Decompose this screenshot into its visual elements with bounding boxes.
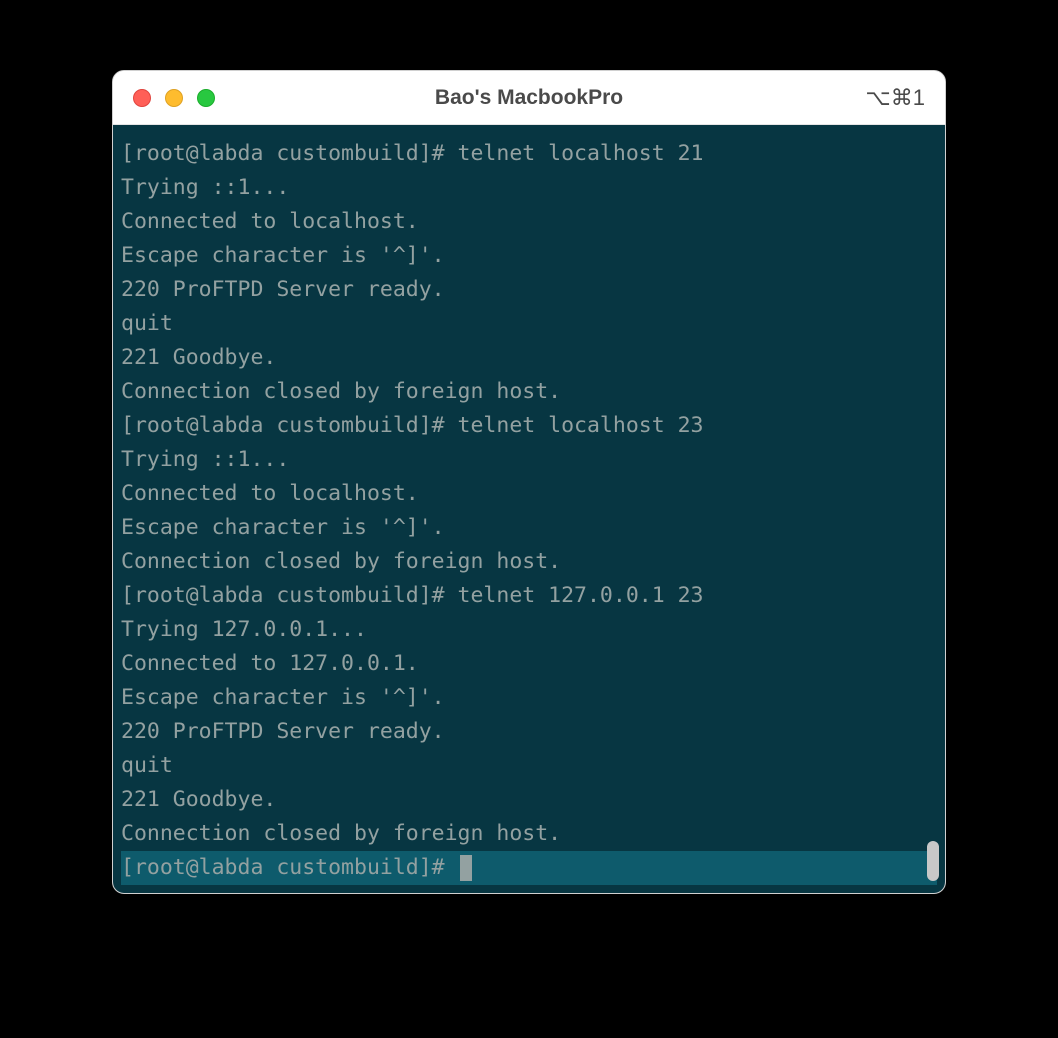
terminal-line: Escape character is '^]'.: [121, 239, 937, 273]
window-shortcut: ⌥⌘1: [865, 85, 925, 111]
terminal-prompt: [root@labda custombuild]#: [121, 851, 458, 885]
traffic-lights: [133, 89, 215, 107]
terminal-line: Trying 127.0.0.1...: [121, 613, 937, 647]
cursor: [460, 855, 472, 881]
terminal-line: quit: [121, 307, 937, 341]
terminal-window: Bao's MacbookPro ⌥⌘1 [root@labda customb…: [112, 70, 946, 894]
terminal-line: Escape character is '^]'.: [121, 681, 937, 715]
terminal-line: 221 Goodbye.: [121, 341, 937, 375]
terminal-line: [root@labda custombuild]# telnet 127.0.0…: [121, 579, 937, 613]
terminal-line: Connection closed by foreign host.: [121, 545, 937, 579]
terminal-prompt-line[interactable]: [root@labda custombuild]#: [121, 851, 937, 885]
terminal-line: Escape character is '^]'.: [121, 511, 937, 545]
terminal-line: Connection closed by foreign host.: [121, 375, 937, 409]
terminal-line: Connection closed by foreign host.: [121, 817, 937, 851]
close-button[interactable]: [133, 89, 151, 107]
terminal-line: quit: [121, 749, 937, 783]
terminal-line: Trying ::1...: [121, 171, 937, 205]
scrollbar-thumb[interactable]: [927, 841, 939, 881]
terminal-body[interactable]: [root@labda custombuild]# telnet localho…: [113, 125, 945, 893]
terminal-line: Connected to 127.0.0.1.: [121, 647, 937, 681]
terminal-line: Connected to localhost.: [121, 477, 937, 511]
window-title: Bao's MacbookPro: [435, 86, 623, 110]
terminal-line: [root@labda custombuild]# telnet localho…: [121, 409, 937, 443]
window-titlebar[interactable]: Bao's MacbookPro ⌥⌘1: [113, 71, 945, 125]
terminal-line: Trying ::1...: [121, 443, 937, 477]
maximize-button[interactable]: [197, 89, 215, 107]
terminal-line: 221 Goodbye.: [121, 783, 937, 817]
terminal-line: [root@labda custombuild]# telnet localho…: [121, 137, 937, 171]
terminal-line: 220 ProFTPD Server ready.: [121, 715, 937, 749]
terminal-line: 220 ProFTPD Server ready.: [121, 273, 937, 307]
minimize-button[interactable]: [165, 89, 183, 107]
scrollbar-track[interactable]: [925, 125, 939, 893]
terminal-line: Connected to localhost.: [121, 205, 937, 239]
